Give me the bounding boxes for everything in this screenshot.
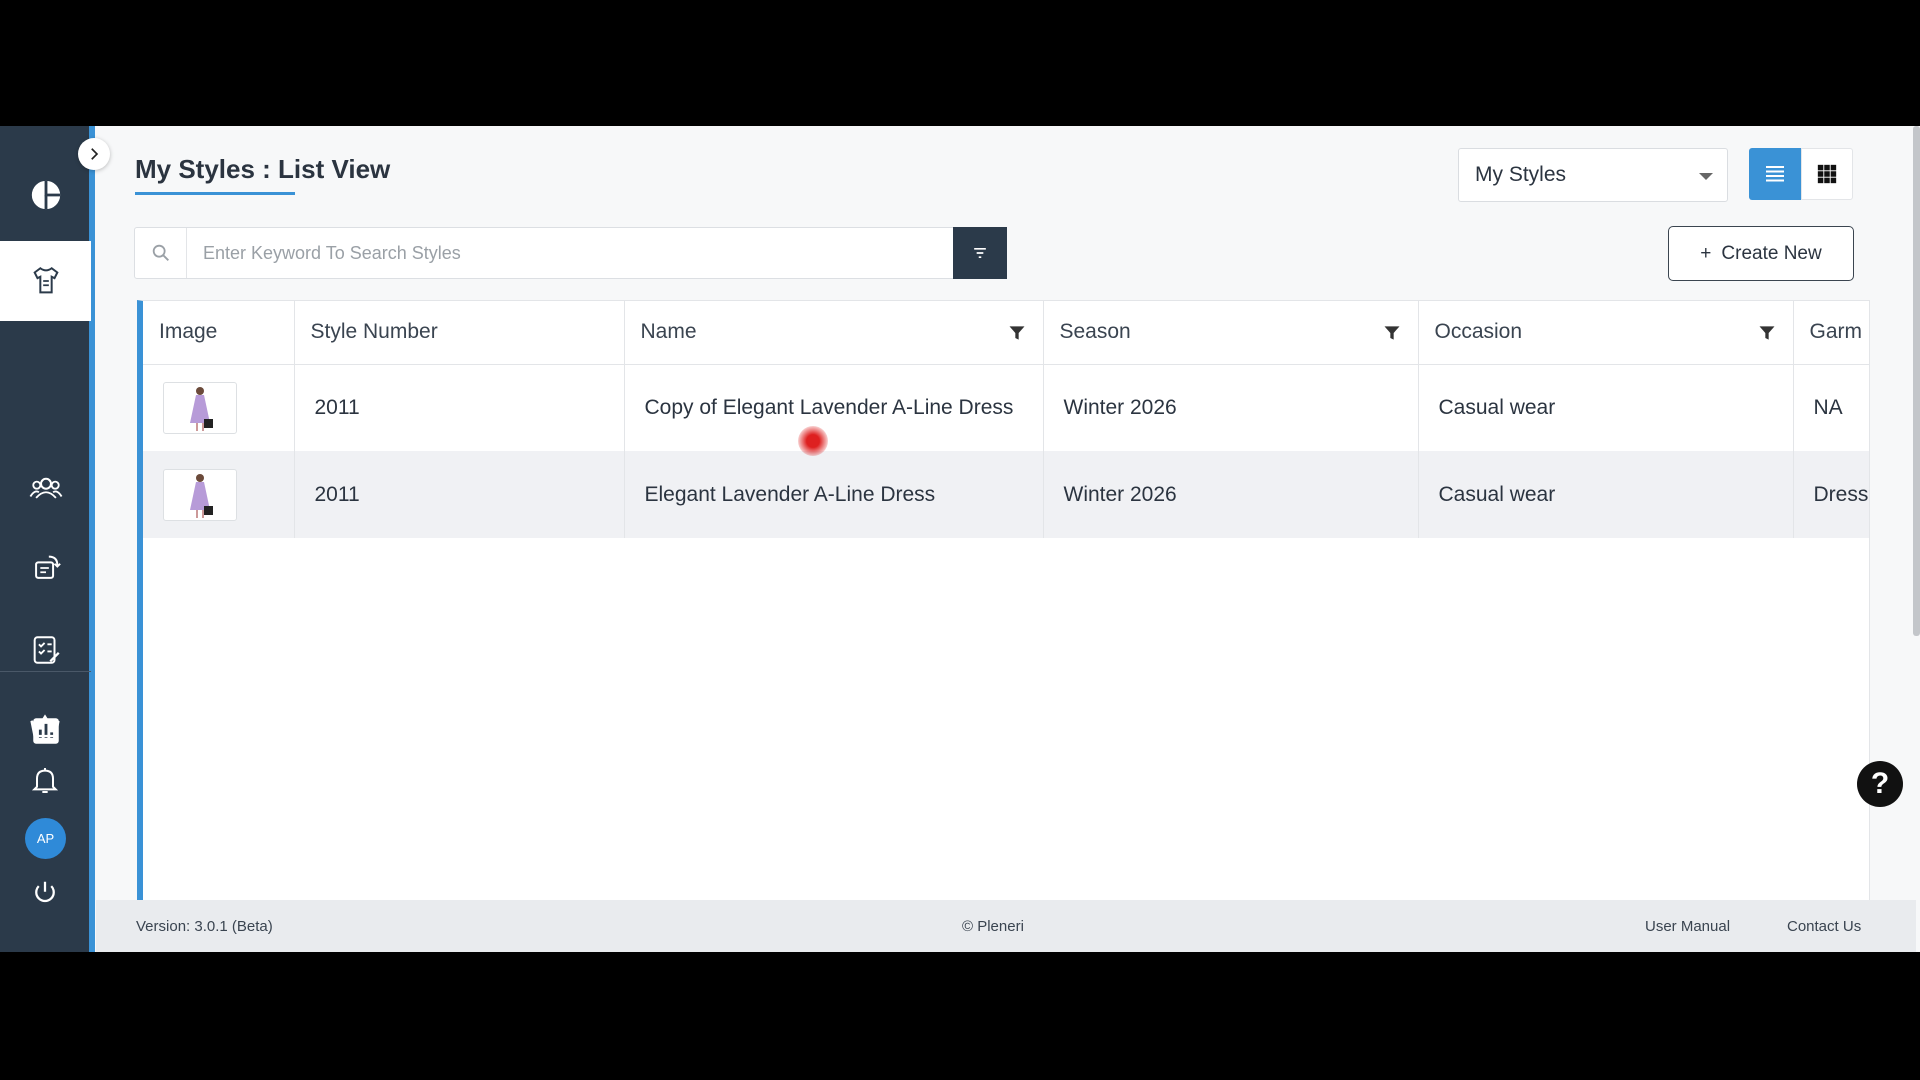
footer: Version: 3.0.1 (Beta) © Pleneri User Man…	[96, 900, 1916, 952]
table-header-row: Image Style Number Name Season Occasion …	[143, 301, 1869, 365]
plus-icon: +	[1700, 242, 1712, 264]
avatar[interactable]: AP	[25, 818, 66, 859]
column-header-occasion[interactable]: Occasion	[1418, 301, 1794, 365]
cell-style-number: 2011	[294, 451, 625, 538]
bell-icon[interactable]	[24, 759, 66, 801]
table-row[interactable]: 2011 Elegant Lavender A-Line Dress Winte…	[143, 451, 1869, 538]
sidebar-collapse-button[interactable]	[78, 138, 110, 170]
search-filter-button[interactable]	[953, 227, 1007, 279]
chevron-right-icon	[91, 148, 99, 160]
users-icon	[29, 477, 62, 499]
table-row[interactable]: 2011 Copy of Elegant Lavender A-Line Dre…	[143, 364, 1869, 451]
sidebar-item-workflow[interactable]	[0, 528, 91, 608]
filter-funnel-icon[interactable]	[1007, 323, 1027, 343]
sidebar-item-team[interactable]	[0, 448, 91, 528]
sidebar-item-tasks[interactable]	[0, 610, 91, 690]
styles-scope-value: My Styles	[1475, 163, 1567, 186]
column-header-name[interactable]: Name	[624, 301, 1044, 365]
column-header-image: Image	[143, 301, 295, 365]
cell-garment: NA	[1793, 364, 1869, 451]
create-new-button[interactable]: + Create New	[1668, 226, 1854, 281]
cell-style-number: 2011	[294, 364, 625, 451]
styles-table: Image Style Number Name Season Occasion …	[137, 300, 1870, 952]
style-thumbnail[interactable]	[163, 468, 237, 521]
search-icon	[135, 228, 187, 278]
cell-occasion: Casual wear	[1418, 364, 1794, 451]
style-thumbnail[interactable]	[163, 381, 237, 434]
column-header-style-number[interactable]: Style Number	[294, 301, 625, 365]
filter-lines-icon	[974, 248, 986, 258]
user-manual-link[interactable]: User Manual	[1645, 918, 1730, 935]
page-title: My Styles : List View	[135, 154, 391, 184]
cell-image[interactable]	[143, 451, 295, 538]
grid-icon	[1817, 164, 1837, 184]
search-input[interactable]	[189, 228, 949, 278]
page-scrollbar[interactable]	[1913, 126, 1920, 636]
sidebar-item-styles[interactable]	[0, 241, 91, 321]
cell-name[interactable]: Copy of Elegant Lavender A-Line Dress	[624, 364, 1044, 451]
filter-funnel-icon[interactable]	[1382, 323, 1402, 343]
workflow-icon	[34, 555, 61, 579]
list-icon	[1766, 166, 1784, 182]
cell-season: Winter 2026	[1043, 451, 1419, 538]
cell-garment: Dress	[1793, 451, 1869, 538]
version-text: Version: 3.0.1 (Beta)	[136, 918, 273, 935]
app-window: AP My Styles : List View My Styles +	[0, 126, 1920, 952]
cell-name[interactable]: Elegant Lavender A-Line Dress	[624, 451, 1044, 538]
create-new-label: Create New	[1721, 242, 1822, 264]
column-header-garment[interactable]: Garm	[1793, 301, 1869, 365]
sidebar: AP	[0, 126, 95, 952]
column-header-season[interactable]: Season	[1043, 301, 1419, 365]
styles-scope-select[interactable]: My Styles	[1458, 148, 1728, 202]
power-icon[interactable]	[24, 872, 66, 914]
help-button[interactable]: ?	[1857, 761, 1903, 807]
styles-shirt-icon	[32, 267, 59, 294]
sidebar-divider	[0, 671, 91, 672]
chevron-down-icon	[1699, 173, 1713, 180]
crown-icon[interactable]	[24, 706, 66, 748]
search-bar	[134, 227, 1007, 279]
cell-season: Winter 2026	[1043, 364, 1419, 451]
copyright-text: © Pleneri	[962, 918, 1024, 935]
cell-occasion: Casual wear	[1418, 451, 1794, 538]
contact-us-link[interactable]: Contact Us	[1787, 918, 1861, 935]
sidebar-item-dashboard[interactable]	[0, 155, 91, 235]
dress-thumbnail-image	[190, 473, 213, 518]
filter-funnel-icon[interactable]	[1757, 323, 1777, 343]
pie-chart-icon	[31, 180, 60, 210]
list-view-toggle[interactable]	[1749, 148, 1801, 200]
title-underline	[135, 192, 295, 195]
checklist-icon	[33, 636, 60, 664]
dress-thumbnail-image	[190, 386, 213, 431]
cursor-click-indicator	[798, 426, 828, 456]
cell-image[interactable]	[143, 364, 295, 451]
grid-view-toggle[interactable]	[1801, 148, 1853, 200]
